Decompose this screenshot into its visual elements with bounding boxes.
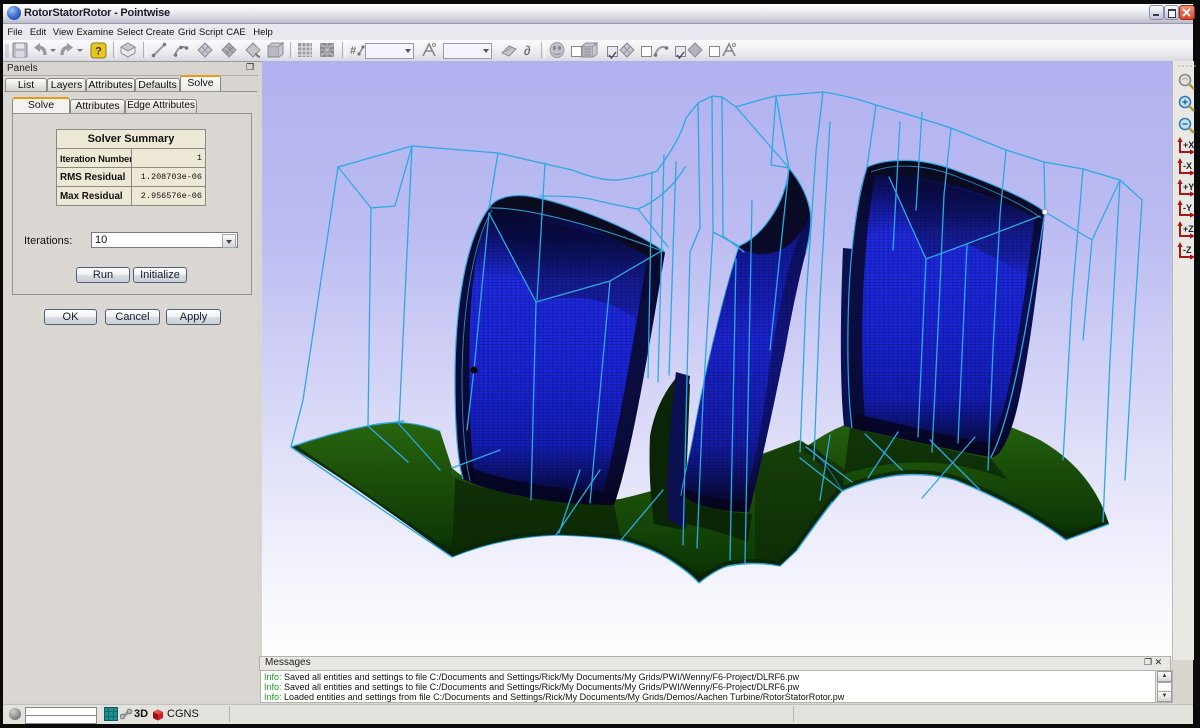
svg-text:+Y: +Y (1183, 182, 1194, 192)
svg-text:-Z: -Z (1183, 245, 1192, 255)
svg-text:∂: ∂ (524, 43, 530, 58)
svg-text:+Z: +Z (1183, 224, 1194, 234)
svg-text:-X: -X (1183, 161, 1192, 171)
svg-text:#: # (350, 45, 356, 57)
svg-text:?: ? (95, 46, 102, 58)
svg-text:-Y: -Y (1183, 203, 1192, 213)
svg-text:+X: +X (1183, 140, 1194, 150)
